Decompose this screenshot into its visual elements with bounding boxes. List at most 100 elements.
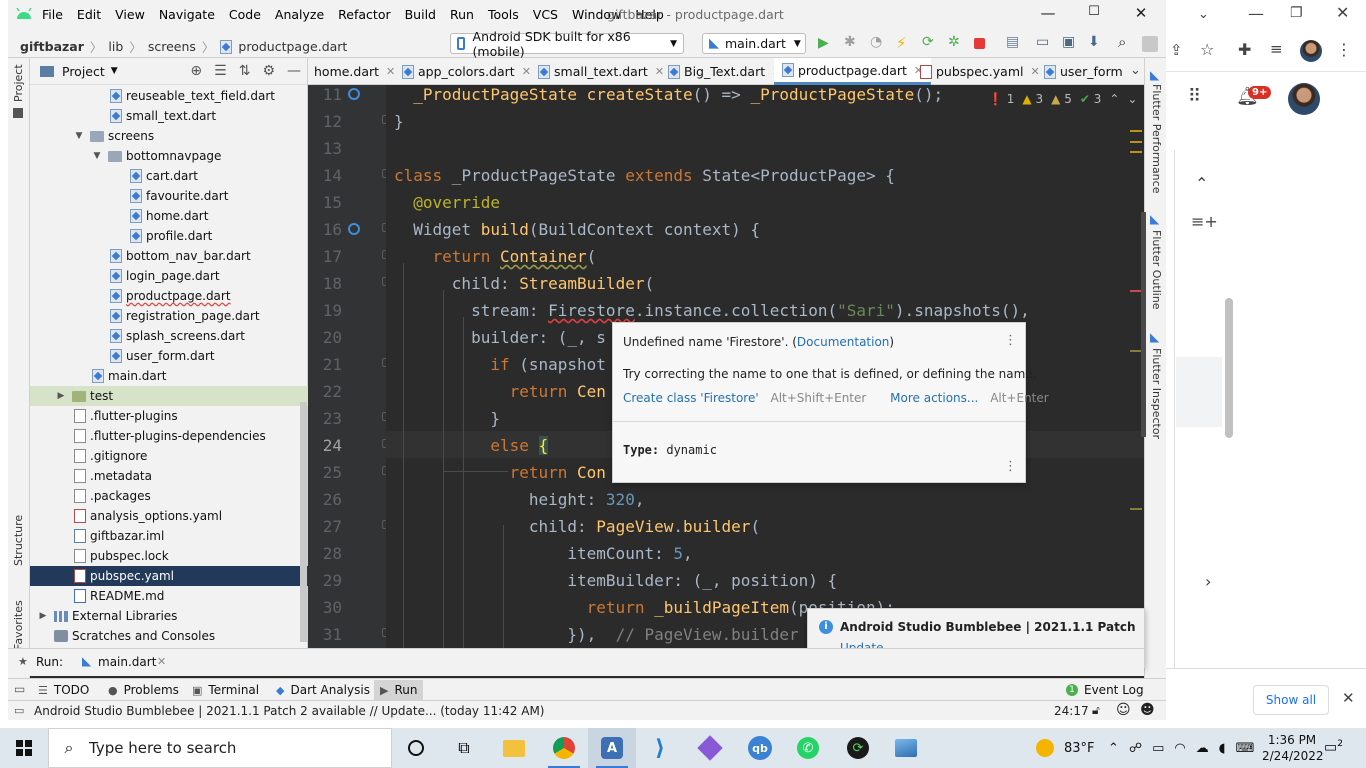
menu-edit[interactable]: Edit [77, 7, 101, 22]
minimize-icon[interactable]: — [1248, 6, 1264, 22]
status-icon[interactable]: ▭ [14, 704, 24, 717]
override-marker-icon[interactable] [348, 88, 360, 100]
tab-problems[interactable]: ● Problems [108, 683, 179, 697]
tab-todo[interactable]: ☰ TODO [38, 683, 89, 697]
tree-item[interactable]: user_form.dart [30, 346, 308, 366]
sdk-manager-icon[interactable]: ⬇ [1088, 34, 1104, 50]
chevron-down-icon[interactable]: ▼ [111, 66, 118, 76]
tree-item[interactable]: .flutter-plugins-dependencies [30, 426, 308, 446]
chevron-up-icon[interactable]: ⌃ [1195, 176, 1208, 192]
structure-tool-tab[interactable]: Structure [12, 515, 25, 566]
override-marker-icon[interactable] [348, 223, 360, 235]
stop-icon[interactable] [974, 38, 985, 49]
show-all-button[interactable]: Show all [1253, 685, 1329, 715]
avd-manager-icon[interactable]: ▣ [1062, 34, 1078, 50]
vscode-app[interactable]: ⟩ [636, 728, 684, 768]
menu-run[interactable]: Run [450, 7, 474, 22]
tree-item[interactable]: reuseable_text_field.dart [30, 86, 308, 106]
tab-home-dart[interactable]: home.dart ✕ [314, 58, 395, 85]
project-structure-icon[interactable]: ▤ [1006, 34, 1022, 50]
tab-big-text[interactable]: Big_Text.dart✕ [668, 58, 781, 85]
scrollbar-thumb[interactable] [1225, 298, 1233, 438]
close-tab-icon[interactable]: ✕ [1030, 65, 1039, 78]
kebab-menu-icon[interactable]: ⋮ [1004, 459, 1017, 474]
menu-analyze[interactable]: Analyze [275, 7, 324, 22]
project-scrollbar[interactable] [300, 402, 307, 642]
menu-build[interactable]: Build [405, 7, 436, 22]
flutter-inspector-tab[interactable]: Flutter Inspector [1150, 348, 1163, 439]
tab-run[interactable]: ▶ Run [374, 680, 424, 700]
editor-scrollbar[interactable] [1141, 212, 1146, 437]
close-tab-icon[interactable]: ✕ [655, 65, 664, 78]
cloud-icon[interactable]: ☁ [1196, 741, 1209, 756]
tree-item[interactable]: pubspec.lock [30, 546, 308, 566]
chevron-up-icon[interactable]: ⌃ [1109, 92, 1119, 106]
tree-item-scratches[interactable]: Scratches and Consoles [30, 626, 308, 646]
minimize-button[interactable]: — [1028, 4, 1068, 26]
bookmark-star-icon[interactable]: ☆ [1200, 42, 1214, 58]
run-tab-main[interactable]: main.dart [98, 655, 156, 669]
chevron-down-icon[interactable]: ⌄ [1198, 8, 1209, 21]
menu-view[interactable]: View [115, 7, 145, 22]
menu-vcs[interactable]: VCS [533, 7, 558, 22]
attach-icon[interactable]: ◔ [870, 34, 886, 50]
chevron-right-icon[interactable]: ▶ [38, 611, 48, 621]
chevron-down-icon[interactable]: ▼ [92, 151, 102, 161]
qbittorrent-app[interactable]: qb [736, 728, 784, 768]
device-manager-icon[interactable]: ▭ [1036, 34, 1052, 50]
tabs-overflow-icon[interactable]: ⌄ [1130, 63, 1141, 78]
hide-icon[interactable]: — [287, 63, 301, 79]
tree-item[interactable]: splash_screens.dart [30, 326, 308, 346]
collapse-all-icon[interactable]: ⇅ [239, 63, 251, 79]
tab-dart-analysis[interactable]: ◆ Dart Analysis [276, 683, 370, 697]
debug-icon[interactable]: ✱ [844, 34, 860, 50]
tree-item-bottomnavpage[interactable]: ▼ bottomnavpage [30, 146, 308, 166]
breadcrumb-project[interactable]: giftbazar [20, 39, 84, 54]
documentation-link[interactable]: Documentation [797, 335, 890, 349]
expand-all-icon[interactable]: ☰ [214, 63, 227, 79]
menu-file[interactable]: File [42, 7, 63, 22]
locate-icon[interactable]: ⊕ [190, 63, 202, 79]
tree-item-productpage[interactable]: productpage.dart [30, 286, 308, 306]
tree-item[interactable]: analysis_options.yaml [30, 506, 308, 526]
add-list-icon[interactable]: ≡+ [1191, 214, 1218, 230]
flutter-performance-tab[interactable]: Flutter Performance [1150, 84, 1163, 193]
restore-icon[interactable]: ❐ [1290, 6, 1303, 20]
project-tool-tab[interactable]: Project [12, 64, 25, 102]
people-icon[interactable]: ☍ [1129, 741, 1142, 756]
chevron-down-icon[interactable]: ⌄ [1127, 92, 1137, 106]
device-selector[interactable]: Android SDK built for x86 (mobile) ▼ [450, 29, 684, 59]
tree-item[interactable]: README.md [30, 586, 308, 606]
search-icon[interactable]: ⌕ [1118, 33, 1134, 51]
create-class-action[interactable]: Create class 'Firestore' [623, 391, 759, 405]
warning-marker[interactable] [1130, 508, 1142, 510]
warning-marker[interactable] [1130, 141, 1142, 143]
tab-productpage[interactable]: productpage.dart ✕ [774, 58, 932, 85]
event-log-button[interactable]: 1 Event Log [1066, 683, 1144, 697]
tab-terminal[interactable]: ▣ Terminal [192, 683, 259, 697]
project-view-selector[interactable]: Project [62, 64, 105, 79]
breadcrumb-lib[interactable]: lib [108, 39, 123, 54]
close-tab-icon[interactable]: ✕ [386, 65, 395, 78]
more-actions-link[interactable]: More actions... [890, 391, 978, 405]
file-explorer-app[interactable] [490, 728, 538, 768]
tree-item[interactable]: profile.dart [30, 226, 308, 246]
tree-item-test[interactable]: ▶ test [30, 386, 308, 406]
account-avatar[interactable] [1288, 83, 1320, 115]
hot-restart-icon[interactable]: ⟳ [922, 34, 938, 50]
tree-item-screens[interactable]: ▼ screens [30, 126, 308, 146]
volume-icon[interactable]: ◖ [1219, 741, 1226, 756]
close-tab-icon[interactable]: ✕ [522, 65, 531, 78]
tree-item[interactable]: registration_page.dart [30, 306, 308, 326]
tool-windows-icon[interactable]: ▭ [14, 682, 25, 696]
tab-user-form[interactable]: user_form [1044, 58, 1123, 85]
menu-tools[interactable]: Tools [488, 7, 519, 22]
chevron-down-icon[interactable]: ▼ [74, 131, 84, 141]
run-config-selector[interactable]: ◣ main.dart ▼ [702, 33, 806, 54]
tab-app-colors[interactable]: app_colors.dart ✕ [402, 58, 531, 85]
kebab-menu-icon[interactable]: ⋮ [1336, 42, 1352, 58]
tree-item[interactable]: cart.dart [30, 166, 308, 186]
language-icon[interactable]: ⌨ [1236, 741, 1255, 756]
chevron-right-icon[interactable]: › [1205, 574, 1211, 590]
close-download-bar-icon[interactable]: ✕ [1342, 691, 1355, 706]
